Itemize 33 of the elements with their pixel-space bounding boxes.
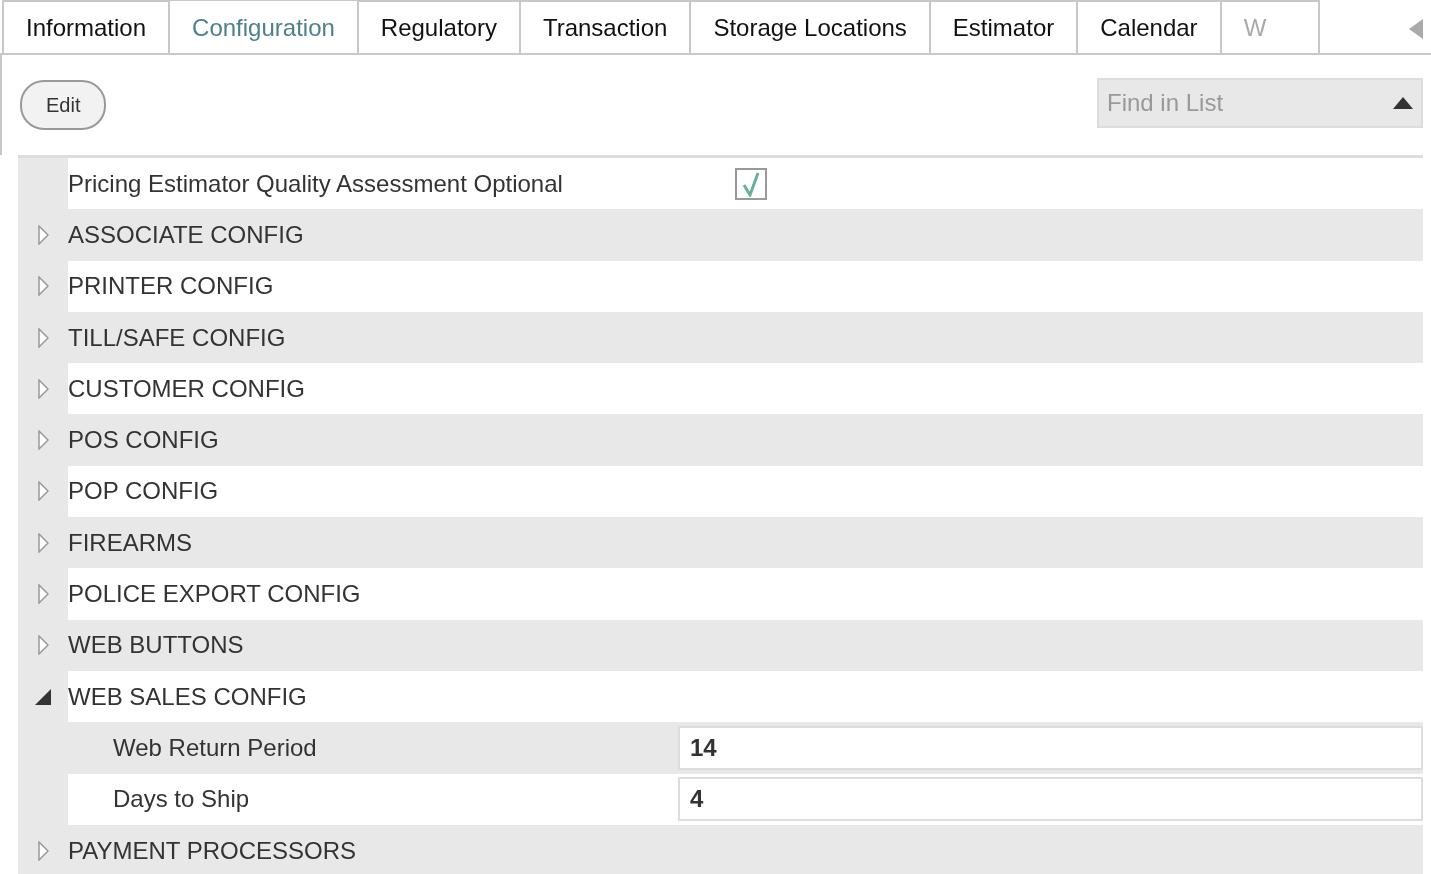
checkbox[interactable] [735, 167, 767, 200]
group-label: CUSTOMER CONFIG [68, 373, 306, 404]
expander-collapsed-icon[interactable] [37, 327, 49, 348]
expander-expanded-icon[interactable] [35, 688, 51, 705]
value-field[interactable]: 4 [678, 777, 1423, 822]
scroll-left-icon[interactable] [1409, 16, 1423, 36]
group-label: POLICE EXPORT CONFIG [68, 579, 362, 609]
expander-collapsed-icon[interactable] [37, 378, 49, 399]
tab[interactable]: Information [2, 0, 171, 53]
expander-collapsed-icon[interactable] [37, 584, 49, 604]
group-label: WEB BUTTONS [68, 630, 245, 661]
expander-collapsed-icon[interactable] [37, 430, 49, 451]
expander-collapsed-icon[interactable] [37, 481, 49, 502]
group-label: PRINTER CONFIG [68, 271, 275, 302]
search-field[interactable]: Find in List [1097, 78, 1423, 128]
setting-label: Days to Ship [113, 784, 251, 815]
group-label: POP CONFIG [68, 476, 220, 507]
group-label: POS CONFIG [68, 425, 220, 456]
expander-collapsed-icon[interactable] [37, 840, 49, 861]
group-label: TILL/SAFE CONFIG [68, 322, 287, 353]
setting-label: Pricing Estimator Quality Assessment Optional [68, 168, 564, 199]
expander-collapsed-icon[interactable] [37, 635, 49, 656]
group-label: ASSOCIATE CONFIG [68, 219, 305, 250]
expander-collapsed-icon[interactable] [37, 276, 49, 297]
group-label: PAYMENT PROCESSORS [68, 835, 358, 866]
expander-collapsed-icon[interactable] [37, 532, 49, 553]
group-label: WEB SALES CONFIG [68, 681, 308, 712]
edit-button[interactable]: Edit [20, 80, 107, 130]
group-label: FIREARMS [68, 527, 193, 558]
value-field[interactable]: 14 [678, 725, 1423, 770]
setting-label: Web Return Period [113, 732, 318, 763]
expander-collapsed-icon[interactable] [37, 224, 49, 245]
collapse-arrow-icon[interactable] [1393, 97, 1413, 109]
